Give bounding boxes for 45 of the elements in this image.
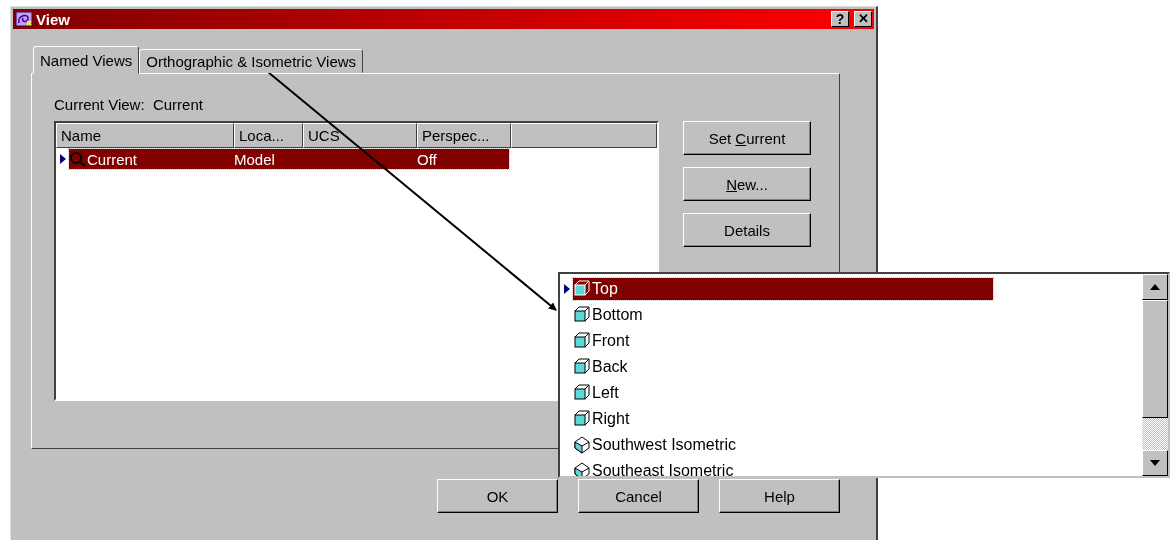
scroll-up-button[interactable] bbox=[1142, 274, 1168, 300]
dialog-button[interactable]: OK bbox=[437, 479, 558, 513]
list-item[interactable]: Left bbox=[573, 382, 993, 404]
focus-arrow-icon bbox=[562, 283, 572, 295]
app-icon bbox=[15, 11, 33, 27]
magnifier-icon bbox=[69, 151, 87, 167]
down-arrow-icon bbox=[1150, 460, 1160, 466]
tab[interactable]: Named Views bbox=[33, 46, 140, 74]
cube-icon bbox=[573, 280, 591, 298]
up-arrow-icon bbox=[1150, 284, 1160, 290]
list-item[interactable]: Back bbox=[573, 356, 993, 378]
list-item[interactable]: Top bbox=[573, 278, 993, 300]
cube-icon bbox=[573, 332, 591, 350]
list-item[interactable]: Southwest Isometric bbox=[573, 434, 993, 456]
dialog-button[interactable]: Details bbox=[683, 213, 811, 247]
cube-icon bbox=[573, 306, 591, 324]
current-view-label: Current View: Current bbox=[54, 96, 204, 113]
table-cell: Model bbox=[234, 150, 275, 168]
column-header[interactable]: Loca... bbox=[234, 123, 303, 148]
table-cell: Off bbox=[417, 150, 437, 168]
cube-icon bbox=[573, 358, 591, 376]
list-row[interactable]: Current Model Off bbox=[69, 149, 509, 169]
isometric-cube-icon bbox=[573, 436, 591, 454]
column-header[interactable] bbox=[511, 123, 657, 148]
list-item[interactable]: Bottom bbox=[573, 304, 993, 326]
column-header[interactable]: Perspec... bbox=[417, 123, 511, 148]
list-item[interactable]: Front bbox=[573, 330, 993, 352]
scrollbar-thumb[interactable] bbox=[1142, 300, 1168, 418]
dialog-button[interactable]: Set Current bbox=[683, 121, 811, 155]
dialog-button[interactable]: New... bbox=[683, 167, 811, 201]
column-header[interactable]: Name bbox=[56, 123, 234, 148]
window-title: View bbox=[36, 10, 71, 28]
tab[interactable]: Orthographic & Isometric Views bbox=[139, 49, 364, 73]
scroll-down-button[interactable] bbox=[1142, 450, 1168, 476]
help-button[interactable]: ? bbox=[831, 11, 849, 27]
dialog-button[interactable]: Cancel bbox=[578, 479, 699, 513]
list-item[interactable]: Southeast Isometric bbox=[573, 460, 993, 476]
table-cell: Current bbox=[87, 150, 138, 168]
focus-arrow-icon bbox=[58, 153, 68, 165]
dialog-button[interactable]: Help bbox=[719, 479, 840, 513]
cube-icon bbox=[573, 384, 591, 402]
close-button[interactable]: ✕ bbox=[854, 11, 872, 27]
column-header[interactable]: UCS bbox=[303, 123, 417, 148]
cube-icon bbox=[573, 410, 591, 428]
list-item[interactable]: Right bbox=[573, 408, 993, 430]
